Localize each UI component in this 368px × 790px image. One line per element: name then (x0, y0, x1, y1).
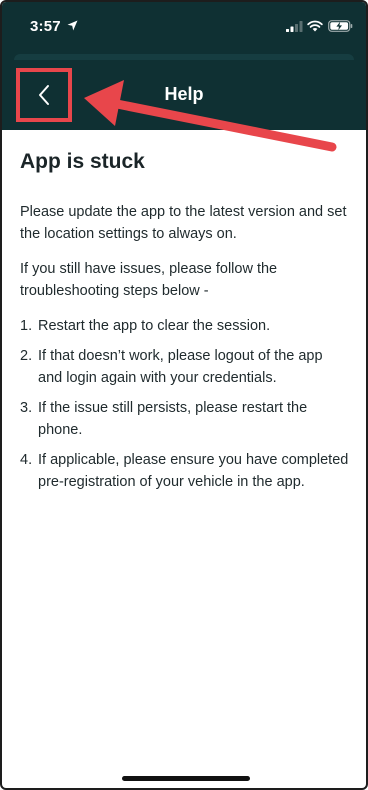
step-text: If the issue still persists, please rest… (38, 400, 308, 438)
step-text: If that doesn’t work, please logout of t… (38, 348, 323, 386)
step-number: 2. (20, 348, 33, 364)
list-item: 1. Restart the app to clear the session. (20, 315, 350, 337)
list-item: 4. If applicable, please ensure you have… (20, 449, 350, 493)
troubleshooting-steps: 1. Restart the app to clear the session.… (20, 315, 350, 493)
list-item: 2. If that doesn’t work, please logout o… (20, 345, 350, 389)
step-number: 4. (20, 452, 33, 468)
step-text: If applicable, please ensure you have co… (38, 452, 349, 490)
step-number: 1. (20, 318, 33, 334)
article-title: App is stuck (20, 150, 145, 173)
list-item: 3. If the issue still persists, please r… (20, 397, 350, 441)
step-number: 3. (20, 400, 33, 416)
step-text: Restart the app to clear the session. (38, 318, 271, 334)
phone-frame: 3:57 Help App is stuck Please update the… (0, 0, 368, 790)
help-content: App is stuck Please update the app to th… (20, 150, 350, 501)
issues-paragraph: If you still have issues, please follow … (20, 261, 278, 299)
intro-paragraph: Please update the app to the latest vers… (20, 204, 347, 242)
home-indicator[interactable] (122, 776, 250, 781)
